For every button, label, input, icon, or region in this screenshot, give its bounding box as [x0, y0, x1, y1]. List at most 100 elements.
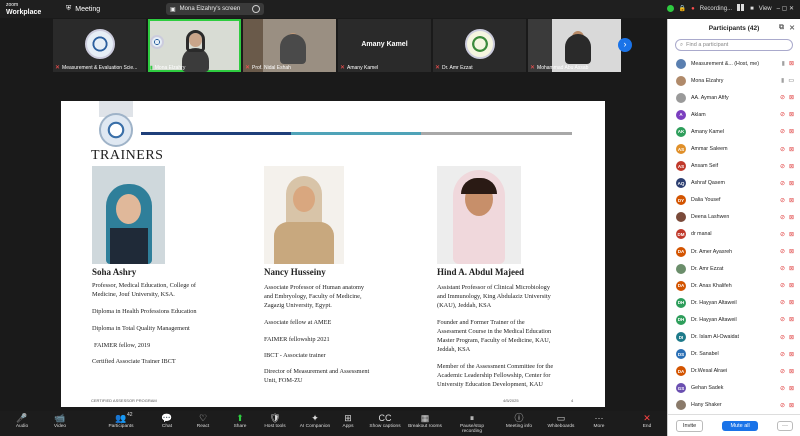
mic-on-icon[interactable]: ▮: [781, 77, 784, 84]
participant-body: [565, 34, 591, 64]
camera-off-icon[interactable]: ⊠: [789, 60, 794, 67]
participant-row[interactable]: DH Dr. Hayyan Altaweil ⊘ ⊠: [668, 294, 800, 311]
mic-off-icon[interactable]: ⊘: [780, 180, 785, 187]
thumbnail-tile[interactable]: ✕ Measurement & Evaluation Scie...: [53, 19, 146, 72]
mic-off-icon[interactable]: ⊘: [780, 368, 785, 375]
participant-status-icons: ⊘ ⊠: [780, 265, 794, 272]
camera-off-icon[interactable]: ⊠: [789, 248, 794, 255]
mic-off-icon[interactable]: ⊘: [780, 316, 785, 323]
participant-row[interactable]: AS Ammar Saleem ⊘ ⊠: [668, 140, 800, 157]
participant-row[interactable]: GS Gehan Sadek ⊘ ⊠: [668, 380, 800, 397]
camera-off-icon[interactable]: ⊠: [789, 214, 794, 221]
participant-row[interactable]: A Aklam ⊘ ⊠: [668, 106, 800, 123]
participant-row[interactable]: DS Dr. Sanabel ⊘ ⊠: [668, 346, 800, 363]
mic-off-icon[interactable]: ⊘: [780, 334, 785, 341]
camera-off-icon[interactable]: ⊠: [789, 111, 794, 118]
participant-row[interactable]: Deena Lashwen ⊘ ⊠: [668, 209, 800, 226]
mic-off-icon[interactable]: ⊘: [780, 214, 785, 221]
thumbnail-tile[interactable]: ✕ Mohammad Abu Assab: [528, 19, 621, 72]
camera-off-icon[interactable]: ⊠: [789, 316, 794, 323]
participant-row[interactable]: DM dr manal ⊘ ⊠: [668, 226, 800, 243]
participant-row[interactable]: Hany Shaker ⊘ ⊠: [668, 397, 800, 414]
thumbnail-tile[interactable]: Amany Kamel ✕ Amany Kamel: [338, 19, 431, 72]
mic-off-icon[interactable]: ⊘: [780, 351, 785, 358]
participant-row[interactable]: AS Ansam Seif ⊘ ⊠: [668, 158, 800, 175]
participant-row[interactable]: DA Dr. Anas Khalifeh ⊘ ⊠: [668, 277, 800, 294]
camera-off-icon[interactable]: ⊠: [789, 180, 794, 187]
camera-off-icon[interactable]: ⊠: [789, 197, 794, 204]
participant-row[interactable]: AK Amany Kamel ⊘ ⊠: [668, 123, 800, 140]
participant-row[interactable]: AA. Ayman Afify ⊘ ⊠: [668, 89, 800, 106]
toolbar-captions-button[interactable]: CC Show captions: [363, 412, 407, 429]
participant-status-icons: ⊘ ⊠: [780, 214, 794, 221]
participant-search-input[interactable]: ⌕ Find a participant: [675, 39, 793, 51]
camera-on-icon[interactable]: ▭: [788, 77, 794, 84]
camera-off-icon[interactable]: ⊠: [789, 146, 794, 153]
participants-header: Participants (42) ⧉ ✕: [668, 19, 800, 37]
popout-icon[interactable]: ⧉: [779, 24, 784, 32]
mic-off-icon[interactable]: ⊘: [780, 385, 785, 392]
stop-recording-icon[interactable]: ■: [750, 6, 754, 12]
mic-off-icon[interactable]: ⊘: [780, 265, 785, 272]
participant-row[interactable]: DA Dr.Wesal Alraei ⊘ ⊠: [668, 363, 800, 380]
screen-share-banner[interactable]: ▣ Mona Elzahry's screen: [166, 3, 264, 15]
mic-off-icon[interactable]: ⊘: [780, 111, 785, 118]
camera-off-icon[interactable]: ⊠: [789, 231, 794, 238]
thumbnail-tile[interactable]: ✕ Prof. Nidal Eshah: [243, 19, 336, 72]
toolbar-recording-button[interactable]: ⏸ Pause/stop recording: [450, 412, 494, 434]
close-icon[interactable]: ✕: [789, 24, 795, 32]
mic-off-icon[interactable]: ⊘: [780, 94, 785, 101]
mic-on-icon[interactable]: ▮: [782, 60, 785, 67]
next-page-chevron-icon[interactable]: ›: [618, 38, 632, 52]
mute-all-button[interactable]: Mute all: [722, 420, 758, 431]
toolbar-breakout-button[interactable]: ▦ Breakout rooms: [403, 412, 447, 429]
thumbnail-center-name: Amany Kamel: [361, 41, 408, 48]
screen-share-icon: ▣: [170, 6, 176, 13]
camera-off-icon[interactable]: ⊠: [789, 385, 794, 392]
view-button[interactable]: View: [759, 6, 772, 12]
toolbar-end-button[interactable]: ✕ End: [625, 412, 669, 429]
participant-row[interactable]: DH Dr. Hayyan Altaweil ⊘ ⊠: [668, 311, 800, 328]
mic-off-icon[interactable]: ⊘: [780, 128, 785, 135]
toolbar-more-button[interactable]: ··· More: [577, 412, 621, 429]
camera-off-icon[interactable]: ⊠: [789, 265, 794, 272]
thumbnail-tile[interactable]: ✕ Dr. Amr Ezzat: [433, 19, 526, 72]
camera-off-icon[interactable]: ⊠: [789, 94, 794, 101]
window-controls[interactable]: – ▢ ✕: [777, 5, 794, 12]
toolbar-participants-button[interactable]: 👥 Participants 42: [99, 412, 143, 429]
camera-off-icon[interactable]: ⊠: [789, 351, 794, 358]
camera-off-icon[interactable]: ⊠: [789, 282, 794, 289]
camera-off-icon[interactable]: ⊠: [789, 163, 794, 170]
camera-off-icon[interactable]: ⊠: [789, 334, 794, 341]
participant-row[interactable]: Dr. Amr Ezzat ⊘ ⊠: [668, 260, 800, 277]
invite-button[interactable]: Invite: [676, 419, 704, 432]
toolbar-info-button[interactable]: ⓘ Meeting info: [497, 412, 541, 429]
participant-row[interactable]: Mona Elzahry ▮ ▭: [668, 72, 800, 89]
mic-off-icon[interactable]: ⊘: [780, 231, 785, 238]
toolbar-video-button[interactable]: 📹 Video: [38, 412, 82, 429]
toolbar-hosttools-button[interactable]: 🛡 Host tools: [253, 412, 297, 429]
camera-off-icon[interactable]: ⊠: [789, 299, 794, 306]
mic-off-icon[interactable]: ⊘: [780, 197, 785, 204]
participant-row[interactable]: DA Dr. Amer Ayasreh ⊘ ⊠: [668, 243, 800, 260]
participant-row[interactable]: DI Dr. Islam Al-Owaidat ⊘ ⊠: [668, 329, 800, 346]
thumbnail-tile-active-speaker[interactable]: ▮ Mona Elzahry: [148, 19, 241, 72]
participant-row[interactable]: DY Dalia Yousef ⊘ ⊠: [668, 192, 800, 209]
mic-off-icon[interactable]: ⊘: [780, 248, 785, 255]
participant-row[interactable]: Measurement &... (Host, me) ▮ ⊠: [668, 55, 800, 72]
mic-off-icon[interactable]: ⊘: [780, 163, 785, 170]
mic-off-icon[interactable]: ⊘: [780, 402, 785, 409]
camera-off-icon[interactable]: ⊠: [789, 368, 794, 375]
camera-off-icon[interactable]: ⊠: [789, 402, 794, 409]
participant-status-icons: ⊘ ⊠: [780, 316, 794, 323]
mic-off-icon[interactable]: ⊘: [780, 299, 785, 306]
more-options-button[interactable]: ···: [776, 420, 793, 431]
avatar: DA: [676, 366, 686, 377]
camera-off-icon[interactable]: ⊠: [789, 128, 794, 135]
participant-row[interactable]: AQ Ashraf Qasem ⊘ ⊠: [668, 175, 800, 192]
mic-off-icon[interactable]: ⊘: [780, 282, 785, 289]
minus-icon[interactable]: [252, 5, 260, 13]
meeting-info-button[interactable]: ⛨ Meeting: [66, 5, 100, 13]
mic-off-icon[interactable]: ⊘: [780, 146, 785, 153]
pause-recording-icon[interactable]: [737, 4, 745, 13]
